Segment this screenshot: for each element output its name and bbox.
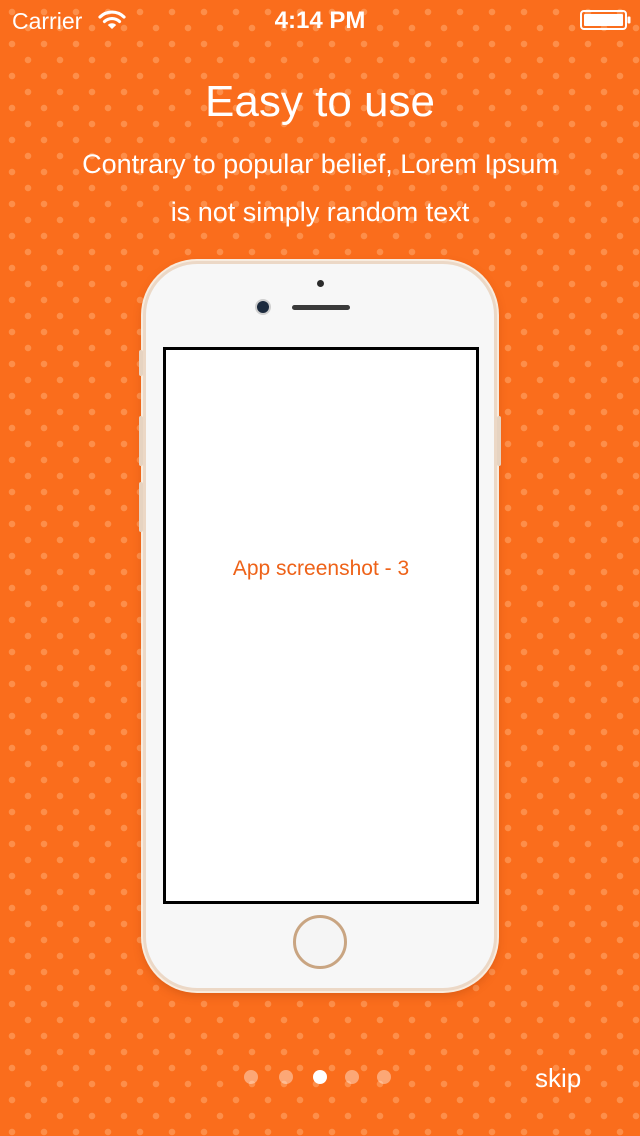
page-dot-5[interactable]: [377, 1070, 391, 1084]
phone-home-button: [293, 915, 347, 969]
phone-volume-up-button: [139, 416, 143, 466]
phone-mute-switch: [139, 350, 143, 376]
page-dot-1[interactable]: [244, 1070, 258, 1084]
page-dot-3[interactable]: [313, 1070, 327, 1084]
status-time: 4:14 PM: [274, 7, 366, 34]
page-dot-2[interactable]: [279, 1070, 293, 1084]
phone-mockup: App screenshot - 3: [139, 261, 501, 991]
phone-power-button: [497, 416, 501, 466]
phone-volume-down-button: [139, 482, 143, 532]
phone-earpiece: [292, 305, 350, 310]
page-control[interactable]: [244, 1070, 396, 1086]
screenshot-label: App screenshot - 3: [232, 557, 410, 580]
app-screenshot-placeholder: App screenshot - 3: [163, 347, 479, 904]
page-title: Easy to use: [205, 77, 435, 126]
status-bar: Carrier 4:14 PM: [0, 0, 640, 40]
phone-camera-icon: [257, 301, 269, 313]
battery-icon: [580, 10, 631, 30]
skip-button[interactable]: skip: [535, 1063, 581, 1094]
phone-sensor-dot: [317, 280, 324, 287]
page-dot-4[interactable]: [345, 1070, 359, 1084]
page-subtitle: Contrary to popular belief, Lorem Ipsum …: [82, 149, 558, 227]
onboarding-screen: Carrier 4:14 PM Easy to use Contrary to …: [0, 0, 640, 1136]
